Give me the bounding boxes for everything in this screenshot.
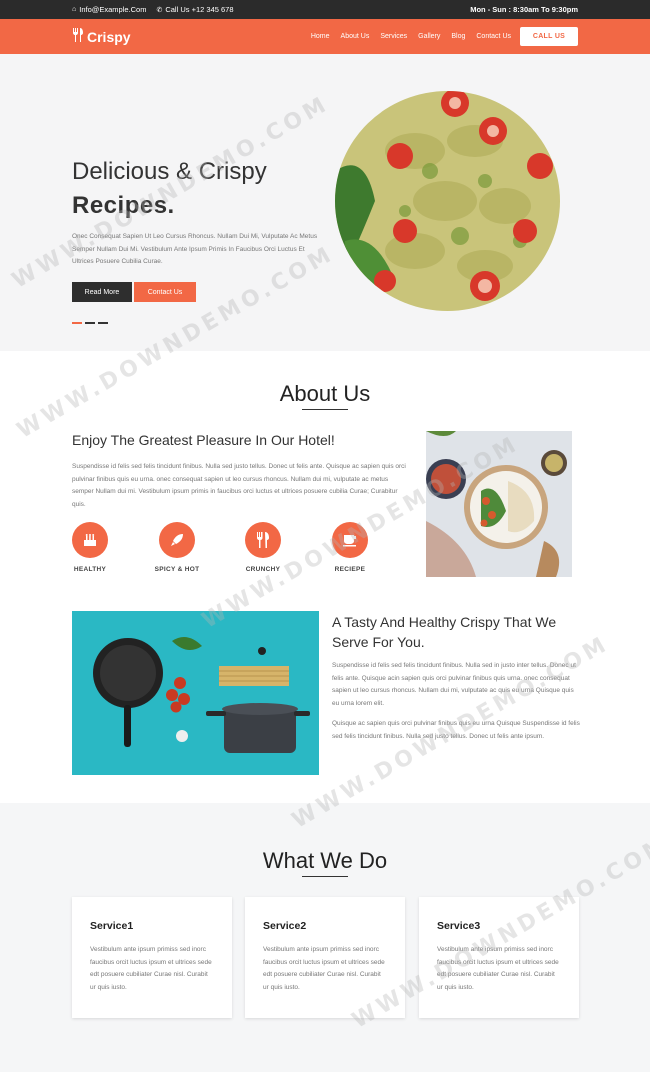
slider-dot[interactable] xyxy=(98,322,108,324)
rocket-icon xyxy=(159,522,195,558)
opening-hours: Mon - Sun : 8:30am To 9:30pm xyxy=(470,5,578,14)
nav-item-blog[interactable]: Blog xyxy=(451,33,465,40)
feature-crunchy[interactable]: CRUNCHY xyxy=(233,522,293,573)
nav-item-contact[interactable]: Contact Us xyxy=(476,33,511,40)
service-card[interactable]: Service2 Vestibulum ante ipsum primiss s… xyxy=(245,897,405,1018)
services-title-text: What We Do xyxy=(262,848,388,873)
phone-icon: ✆ xyxy=(156,6,163,14)
hero-subtitle: Recipes. xyxy=(72,192,175,219)
coffee-cup-icon xyxy=(332,522,368,558)
title-underline xyxy=(302,876,348,877)
service-card[interactable]: Service1 Vestibulum ante ipsum primiss s… xyxy=(72,897,232,1018)
tasty-text: Suspendisse id felis sed felis tincidunt… xyxy=(332,662,576,707)
nav-item-home[interactable]: Home xyxy=(311,33,330,40)
slider-dot[interactable] xyxy=(72,322,82,324)
feature-label: CRUNCHY xyxy=(245,566,281,573)
food-plate-image xyxy=(426,431,572,577)
service-text: Vestibulum ante ipsum primiss sed inorc … xyxy=(437,946,559,991)
phone-info[interactable]: ✆ Call Us +12 345 678 xyxy=(156,5,233,14)
slider-dot[interactable] xyxy=(85,322,95,324)
service-text: Vestibulum ante ipsum primiss sed inorc … xyxy=(90,946,212,991)
feature-healthy[interactable]: HEALTHY xyxy=(60,522,120,573)
logo[interactable]: Crispy xyxy=(72,28,131,45)
main-nav: Crispy Home About Us Services Gallery Bl… xyxy=(0,19,650,54)
fork-knife-icon xyxy=(245,522,281,558)
feature-recipe[interactable]: RECIEPE xyxy=(320,522,380,573)
nav-menu: Home About Us Services Gallery Blog Cont… xyxy=(300,27,578,46)
hero-section: Delicious & Crispy Recipes. Onec Consequ… xyxy=(0,54,650,351)
service-title: Service2 xyxy=(263,920,307,932)
feature-spicy[interactable]: SPICY & HOT xyxy=(147,522,207,573)
nav-item-services[interactable]: Services xyxy=(380,33,407,40)
pasta-dish-image xyxy=(335,91,560,311)
top-bar: ⌂ Info@Example.Com ✆ Call Us +12 345 678… xyxy=(0,0,650,19)
about-heading: Enjoy The Greatest Pleasure In Our Hotel… xyxy=(72,432,335,448)
feature-label: HEALTHY xyxy=(73,566,107,573)
feature-label: SPICY & HOT xyxy=(154,566,200,573)
service-title: Service3 xyxy=(437,920,481,932)
email-info[interactable]: ⌂ Info@Example.Com xyxy=(72,5,146,14)
services-section-title: What We Do xyxy=(0,848,650,877)
cookware-image xyxy=(72,611,319,775)
phone-text: Call Us +12 345 678 xyxy=(165,5,234,14)
hero-title: Delicious & Crispy xyxy=(72,158,267,185)
logo-text: Crispy xyxy=(87,28,131,45)
cake-icon xyxy=(72,522,108,558)
call-us-button[interactable]: CALL US xyxy=(520,27,578,46)
email-text: Info@Example.Com xyxy=(79,5,147,14)
fork-knife-icon xyxy=(72,28,84,45)
nav-item-about[interactable]: About Us xyxy=(341,33,370,40)
contact-us-button[interactable]: Contact Us xyxy=(134,282,196,302)
hero-text: Onec Consequat Sapien Ut Leo Cursus Rhon… xyxy=(72,233,318,265)
home-icon: ⌂ xyxy=(72,6,77,13)
service-title: Service1 xyxy=(90,920,134,932)
about-title-text: About Us xyxy=(279,381,371,406)
nav-item-gallery[interactable]: Gallery xyxy=(418,33,440,40)
about-section-title: About Us xyxy=(0,381,650,410)
tasty-heading: A Tasty And Healthy Crispy That We Serve… xyxy=(332,614,557,650)
feature-label: RECIEPE xyxy=(334,566,366,573)
service-text: Vestibulum ante ipsum primiss sed inorc … xyxy=(263,946,385,991)
about-text: Suspendisse id felis sed felis tincidunt… xyxy=(72,463,406,508)
title-underline xyxy=(302,409,348,410)
slider-dots xyxy=(72,322,111,324)
read-more-button[interactable]: Read More xyxy=(72,282,132,302)
service-card[interactable]: Service3 Vestibulum ante ipsum primiss s… xyxy=(419,897,579,1018)
tasty-text-secondary: Quisque ac sapien quis orci pulvinar fin… xyxy=(332,720,580,740)
